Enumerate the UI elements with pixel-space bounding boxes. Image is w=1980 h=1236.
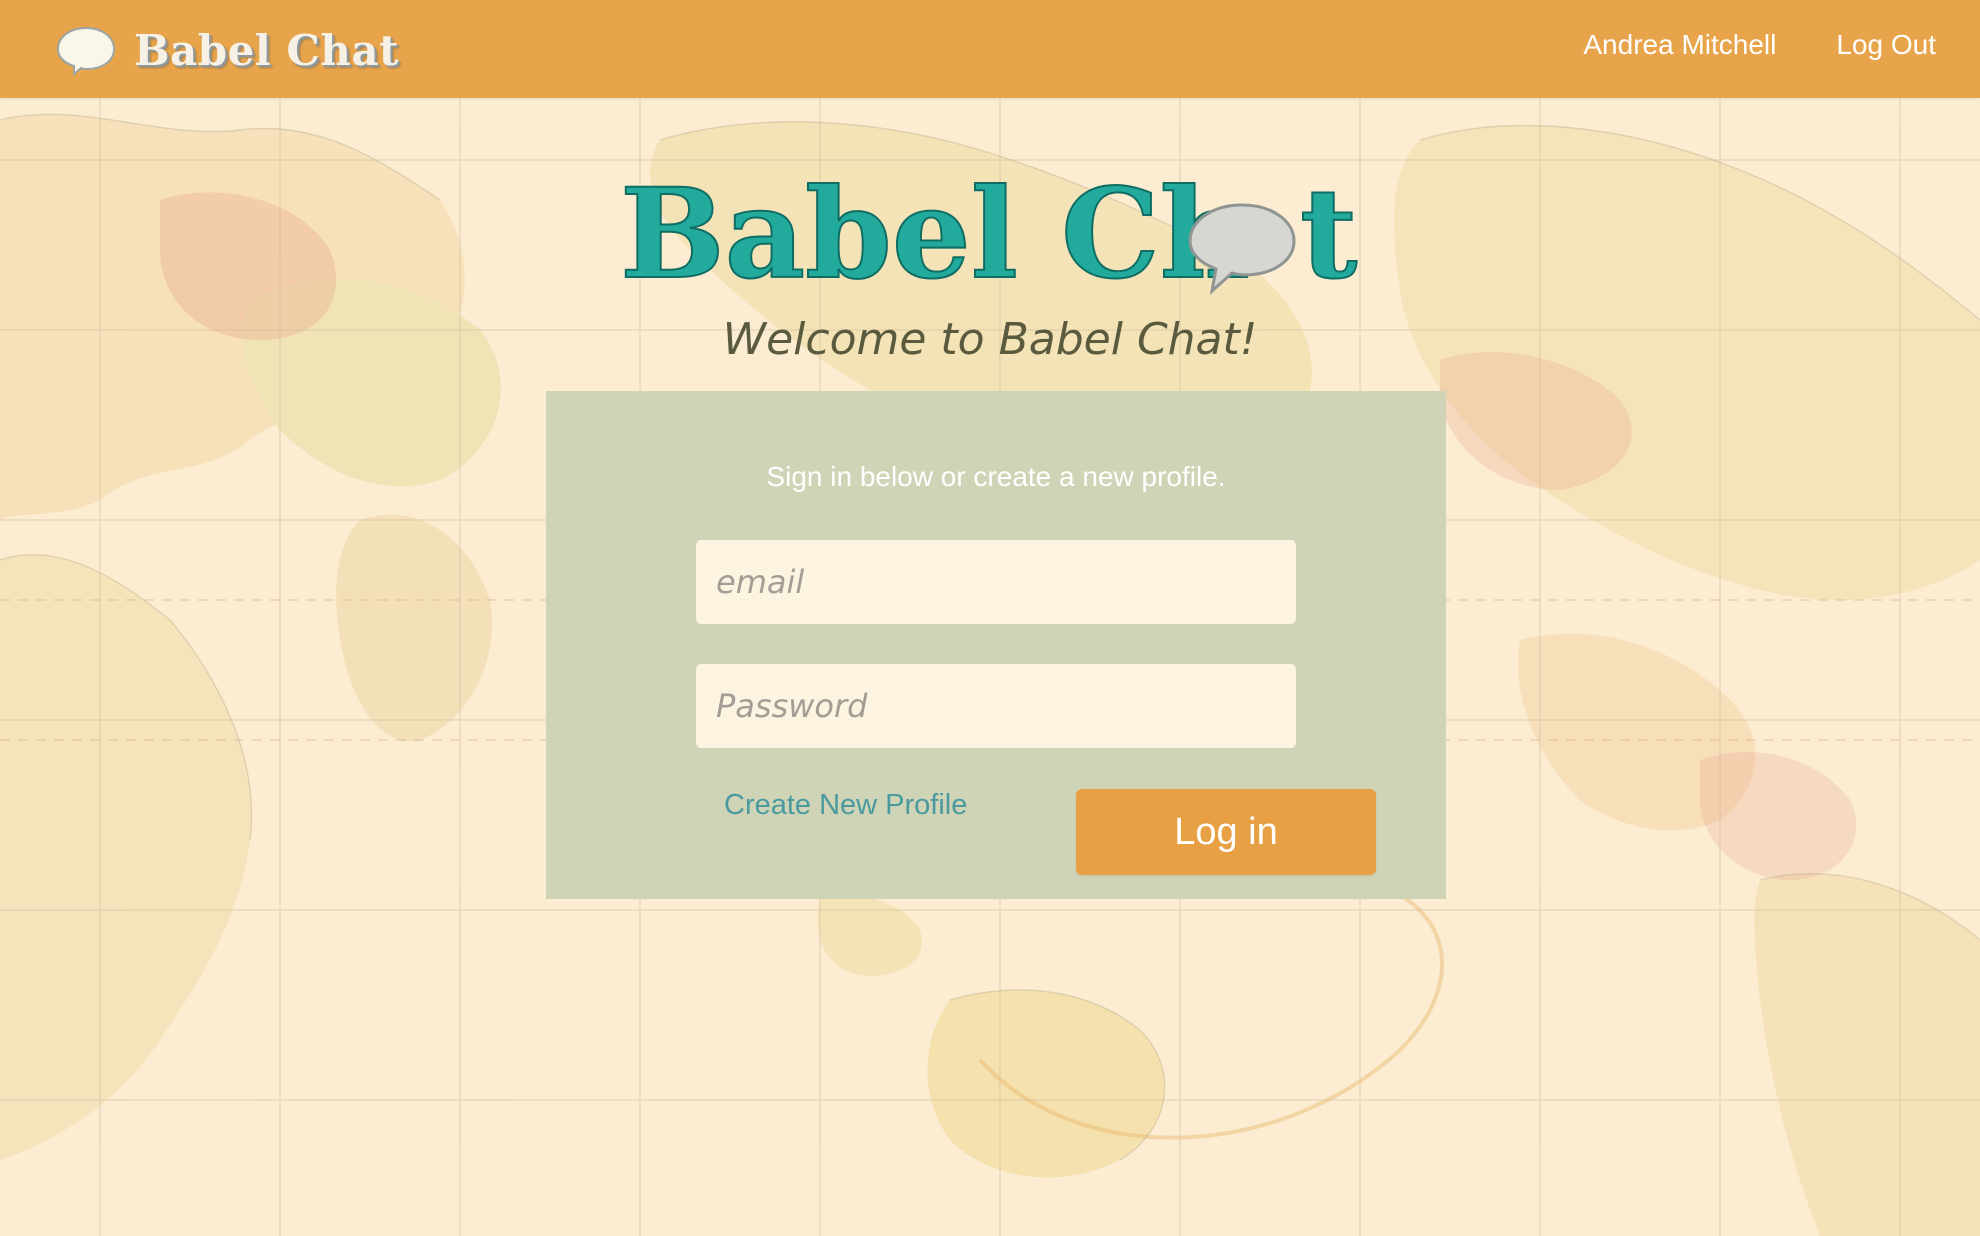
login-button[interactable]: Log in — [1076, 789, 1376, 875]
user-name-link[interactable]: Andrea Mitchell — [1583, 29, 1776, 61]
brand-name: Babel Chat — [134, 25, 399, 75]
hero-logo-tail: t — [1300, 165, 1357, 295]
hero-logo-text: Babel Ch — [620, 165, 1250, 295]
login-panel: Sign in below or create a new profile. C… — [546, 391, 1446, 899]
login-subtitle: Sign in below or create a new profile. — [766, 461, 1226, 492]
create-profile-link[interactable]: Create New Profile — [724, 789, 967, 822]
top-navbar: Babel Chat Andrea Mitchell Log Out — [0, 0, 1980, 98]
nav-right: Andrea Mitchell Log Out — [1523, 29, 1936, 61]
speech-bubble-icon — [56, 26, 116, 76]
brand[interactable]: Babel Chat — [54, 24, 399, 76]
logout-link[interactable]: Log Out — [1836, 29, 1936, 61]
hero-logo: Babel Ch t — [619, 165, 1358, 295]
email-field[interactable] — [696, 540, 1296, 624]
welcome-heading: Welcome to Babel Chat! — [722, 314, 1258, 365]
password-field[interactable] — [696, 664, 1296, 748]
